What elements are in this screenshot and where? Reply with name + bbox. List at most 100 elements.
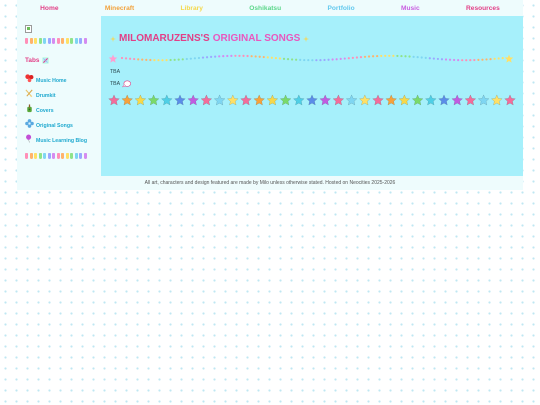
nav-oshikatsu[interactable]: Oshikatsu [249,5,281,12]
wave-dot [230,54,233,57]
wave-dot [347,57,350,60]
wave-dot [343,57,346,60]
wave-dot [218,55,221,58]
wave-dot [129,57,132,60]
nav-music[interactable]: Music [401,5,420,12]
wave-dot [339,57,342,61]
wave-dot [193,57,196,60]
wave-dot [392,54,395,57]
wave-dot [210,55,213,58]
wave-dot [319,58,322,62]
blue-flower-icon [25,119,34,128]
divider-star-icon [504,94,516,106]
divider-star-icon [174,94,186,106]
divider-star-icon [134,94,147,106]
divider-star-icon [292,94,305,106]
gem-icon [25,153,28,159]
sidebar-item-music-learning-blog[interactable]: Music Learning Blog [25,133,87,144]
sidebar-item-label: Drumkit [36,93,56,99]
wave-dot [355,56,358,59]
gem-icon [34,38,37,44]
gem-icon [61,38,64,44]
divider-star-icon [345,94,358,106]
main-content: MILOMARUZENS'S ORIGINAL SONGS TBA TBA [101,16,523,176]
wave-dot [153,59,156,62]
wave-dot [372,55,375,58]
wave-dot [485,58,488,61]
divider-star-icon [464,94,477,106]
divider-star-icon [411,94,424,106]
sidebar-item-drumkit[interactable]: Drumkit [25,88,56,99]
wave-dot [420,56,423,59]
page-title-part2: ORIGINAL SONGS [212,33,301,44]
wave-dot [457,58,460,62]
nav-resources[interactable]: Resources [466,5,500,12]
sidebar-item-label: Music Learning Blog [36,138,88,144]
divider-star-icon [121,94,134,106]
wave-dot [295,58,298,61]
wave-dot [286,58,290,61]
wave-dot [258,55,261,58]
wave-dot [274,57,277,60]
gem-icon [38,38,42,44]
wave-dot [376,54,379,58]
divider-star-icon [160,94,173,106]
divider-star-icon [266,94,279,106]
wave-dot [436,57,439,61]
sidebar-item-covers[interactable]: Covers [25,103,54,114]
wave-dot [363,55,367,58]
wave-dot [307,59,310,62]
wave-dot [465,59,468,62]
page-title-part1: MILOMARUZENS'S [119,33,210,44]
gem-icon [25,38,28,44]
nav-portfolio[interactable]: Portfolio [328,5,355,12]
nav-library[interactable]: Library [181,5,203,12]
wave-dot [278,57,282,60]
divider-star-icon [438,94,450,106]
wave-dot [473,58,476,62]
gem-icon [47,153,51,159]
divider-star-icon [187,94,200,106]
wave-dot [396,54,399,58]
divider-star-icon [200,94,213,106]
song-placeholder-1: TBA [110,69,121,75]
wave-dot [120,56,124,60]
sidebar-heading: Tabs [25,57,49,64]
wave-dot [489,58,492,61]
sidebar-item-music-home[interactable]: Music Home [25,73,67,84]
rainbow-dotted-wave-divider [108,54,514,63]
wave-dot [141,58,144,61]
sidebar-gem-divider-bottom [25,153,87,161]
wave-dot [327,58,330,61]
wave-dot [388,54,391,57]
wave-dot [323,58,326,62]
gem-icon [43,38,46,44]
sidebar-heading-label: Tabs [25,57,40,64]
wave-dot [315,59,318,62]
divider-star-icon [279,94,292,106]
song-placeholder-2-row: TBA [110,80,132,88]
wave-dot [384,54,387,57]
sparkle-icon [110,35,116,42]
divider-star-icon [477,94,490,106]
nav-minecraft[interactable]: Minecraft [105,5,134,12]
wave-dot [412,55,415,58]
wave-dot [145,58,148,61]
divider-star-icon [398,94,411,106]
wave-dot [400,54,403,58]
wave-dot [137,58,140,61]
wave-dot [242,54,245,57]
gem-icon [65,153,69,159]
sparkle-icon [303,35,310,42]
gem-icon [83,38,87,44]
divider-star-icon [490,94,503,106]
divider-star-icon [226,94,239,106]
sidebar-item-original-songs[interactable]: Original Songs [25,118,73,129]
wave-dot [214,55,217,58]
gem-icon [83,153,87,159]
page-title: MILOMARUZENS'S ORIGINAL SONGS [110,33,310,44]
wave-dot [359,56,363,59]
nav-home[interactable]: Home [40,5,58,12]
gem-icon [34,153,37,159]
wave-dot [416,56,419,59]
